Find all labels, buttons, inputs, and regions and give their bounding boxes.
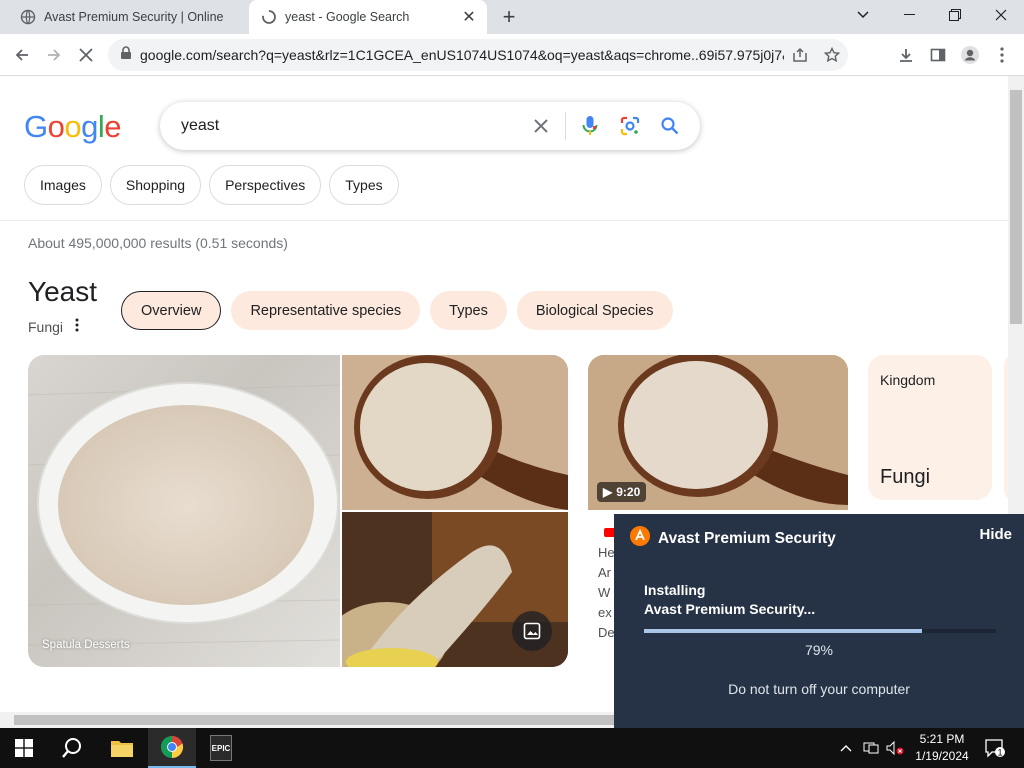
network-icon[interactable] bbox=[860, 728, 882, 768]
restore-button[interactable] bbox=[932, 0, 978, 30]
google-logo-letter: o bbox=[47, 109, 65, 144]
lock-icon[interactable] bbox=[120, 45, 132, 65]
google-logo-letter: G bbox=[24, 109, 48, 144]
clock-time: 5:21 PM bbox=[919, 732, 965, 746]
chrome-icon[interactable] bbox=[148, 728, 196, 768]
tab-search-chevron-icon[interactable] bbox=[840, 0, 886, 30]
progress-fill bbox=[644, 629, 923, 633]
video-meta-partial[interactable]: He Ar W ex De bbox=[598, 524, 614, 643]
globe-icon bbox=[20, 9, 36, 25]
chip-shopping[interactable]: Shopping bbox=[109, 165, 202, 205]
browser-toolbar: google.com/search?q=yeast&rlz=1C1GCEA_en… bbox=[0, 34, 1024, 76]
search-input[interactable]: yeast bbox=[181, 117, 521, 135]
play-icon: ▶ bbox=[603, 485, 613, 499]
windows-start-icon[interactable] bbox=[0, 728, 48, 768]
search-icon[interactable] bbox=[48, 728, 96, 768]
scroll-thumb[interactable] bbox=[14, 715, 614, 725]
knowledge-panel-tabs: Overview Representative species Types Bi… bbox=[121, 291, 673, 330]
notification-center-icon[interactable]: 1 bbox=[980, 728, 1010, 768]
image-credit: Spatula Desserts bbox=[42, 639, 130, 651]
stop-loading-button[interactable] bbox=[71, 40, 101, 70]
scroll-thumb[interactable] bbox=[1010, 90, 1022, 324]
menu-kebab-icon[interactable] bbox=[987, 40, 1017, 70]
avast-logo-icon bbox=[630, 526, 650, 551]
bookmark-star-icon[interactable] bbox=[816, 47, 848, 63]
install-status: Installing Avast Premium Security... bbox=[644, 582, 816, 617]
video-duration-badge: ▶ 9:20 bbox=[597, 482, 647, 502]
more-options-icon[interactable] bbox=[75, 318, 79, 335]
browser-titlebar: Avast Premium Security | Online yeast - … bbox=[0, 0, 1024, 34]
search-divider bbox=[565, 112, 566, 140]
clear-search-icon[interactable] bbox=[521, 106, 561, 146]
chip-types[interactable]: Types bbox=[329, 165, 399, 205]
file-explorer-icon[interactable] bbox=[98, 728, 146, 768]
side-panel-icon[interactable] bbox=[923, 40, 953, 70]
epic-games-icon[interactable]: EPIC bbox=[197, 728, 245, 768]
knowledge-panel-title: Yeast bbox=[28, 276, 98, 307]
yeast-bowl-image[interactable]: Spatula Desserts bbox=[28, 355, 340, 667]
download-icon[interactable] bbox=[891, 40, 921, 70]
profile-avatar-icon[interactable] bbox=[955, 40, 985, 70]
kingdom-card[interactable]: Kingdom Fungi bbox=[868, 355, 992, 500]
install-progress-bar bbox=[644, 629, 996, 633]
new-tab-button[interactable]: + bbox=[497, 4, 521, 29]
chip-perspectives[interactable]: Perspectives bbox=[209, 165, 322, 205]
yeast-jar-image[interactable] bbox=[342, 512, 568, 667]
forward-button[interactable] bbox=[39, 40, 69, 70]
close-window-button[interactable] bbox=[978, 0, 1024, 30]
share-icon[interactable] bbox=[784, 47, 816, 63]
back-button[interactable] bbox=[7, 40, 37, 70]
clock-date: 1/19/2024 bbox=[915, 749, 969, 763]
url-text[interactable]: google.com/search?q=yeast&rlz=1C1GCEA_en… bbox=[140, 47, 784, 63]
taskbar-clock[interactable]: 5:21 PM 1/19/2024 bbox=[908, 731, 976, 765]
result-stats: About 495,000,000 results (0.51 seconds) bbox=[28, 235, 288, 251]
notification-count: 1 bbox=[997, 748, 1002, 758]
volume-muted-icon[interactable] bbox=[884, 728, 906, 768]
windows-taskbar: EPIC 5:21 PM 1/19/2024 1 bbox=[0, 728, 1024, 768]
progress-percent: 79% bbox=[804, 642, 834, 658]
show-hidden-icons-chevron[interactable] bbox=[836, 728, 856, 768]
hide-button[interactable]: Hide bbox=[979, 526, 1012, 543]
loading-icon bbox=[261, 9, 277, 25]
address-bar[interactable]: google.com/search?q=yeast&rlz=1C1GCEA_en… bbox=[108, 39, 848, 71]
chip-images[interactable]: Images bbox=[24, 165, 102, 205]
google-logo-letter: o bbox=[64, 109, 82, 144]
google-logo[interactable]: Google bbox=[24, 109, 122, 145]
tab-title: Avast Premium Security | Online bbox=[44, 10, 224, 24]
horizontal-scrollbar[interactable] bbox=[0, 712, 614, 728]
tab-google-search[interactable]: yeast - Google Search ✕ bbox=[249, 0, 487, 34]
knowledge-panel-subtitle-row: Fungi bbox=[28, 318, 79, 335]
do-not-turn-off-warning: Do not turn off your computer bbox=[728, 681, 910, 697]
tab-representative-species[interactable]: Representative species bbox=[231, 291, 421, 330]
image-gallery-icon[interactable] bbox=[512, 611, 552, 651]
search-submit-icon[interactable] bbox=[650, 106, 690, 146]
search-box[interactable]: yeast bbox=[160, 102, 700, 150]
avast-header: Avast Premium Security bbox=[630, 526, 836, 551]
search-filter-chips: Images Shopping Perspectives Types bbox=[24, 165, 399, 205]
minimize-button[interactable] bbox=[886, 0, 932, 30]
google-logo-letter: g bbox=[81, 109, 98, 144]
video-thumbnail[interactable]: ▶ 9:20 bbox=[588, 355, 848, 510]
google-lens-icon[interactable] bbox=[610, 106, 650, 146]
knowledge-panel-subtitle: Fungi bbox=[28, 318, 64, 335]
tab-types[interactable]: Types bbox=[430, 291, 507, 330]
close-tab-icon[interactable]: ✕ bbox=[459, 7, 479, 27]
tab-overview[interactable]: Overview bbox=[121, 291, 222, 330]
tab-biological-species[interactable]: Biological Species bbox=[516, 291, 673, 330]
youtube-icon bbox=[604, 528, 614, 537]
tab-title: yeast - Google Search bbox=[285, 10, 410, 24]
microphone-icon[interactable] bbox=[570, 106, 610, 146]
yeast-spoon-image[interactable] bbox=[342, 355, 568, 510]
avast-title: Avast Premium Security bbox=[658, 529, 836, 547]
google-logo-letter: e bbox=[104, 109, 122, 144]
kingdom-value: Fungi bbox=[880, 466, 931, 488]
tab-avast[interactable]: Avast Premium Security | Online bbox=[8, 0, 248, 34]
avast-install-popup: Avast Premium Security Hide Installing A… bbox=[614, 514, 1024, 728]
kingdom-label: Kingdom bbox=[880, 372, 936, 388]
divider bbox=[0, 220, 1008, 221]
